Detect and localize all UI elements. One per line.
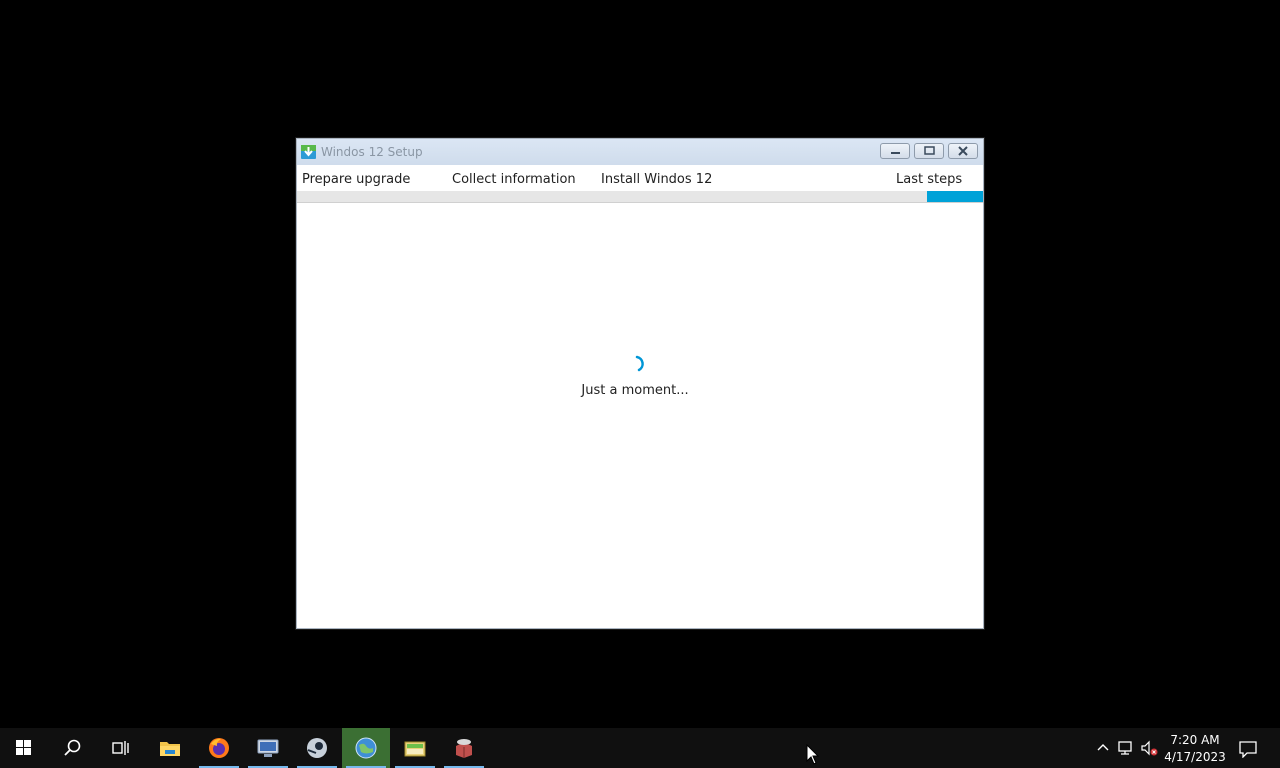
package-app-icon	[456, 739, 472, 758]
start-button[interactable]	[0, 728, 48, 768]
steam-button[interactable]	[293, 728, 341, 768]
network-app-button[interactable]	[244, 728, 292, 768]
clock-time: 7:20 AM	[1170, 733, 1220, 747]
setup-steps: Prepare upgrade Collect information Inst…	[297, 165, 983, 191]
task-view-button[interactable]	[96, 728, 144, 768]
minimize-button[interactable]	[880, 143, 910, 159]
status-text: Just a moment...	[581, 383, 689, 398]
desktop: Windos 12 Setup Prepare upgrade Collect …	[0, 0, 1280, 728]
loading-spinner-icon	[635, 355, 644, 372]
system-tray	[1090, 728, 1160, 768]
step-last-steps: Last steps	[896, 172, 963, 187]
setup-progress-bar	[297, 191, 983, 203]
setup-window: Windos 12 Setup Prepare upgrade Collect …	[296, 138, 984, 629]
package-app-button[interactable]	[440, 728, 488, 768]
steam-icon	[307, 738, 327, 758]
step-prepare-upgrade: Prepare upgrade	[302, 172, 411, 187]
close-button[interactable]	[948, 143, 978, 159]
minimize-icon	[891, 152, 900, 154]
setup-progress-fill	[927, 191, 983, 202]
title-bar[interactable]: Windos 12 Setup	[297, 139, 983, 165]
file-explorer-icon	[160, 742, 180, 756]
chevron-up-icon[interactable]	[1096, 740, 1110, 754]
volume-muted-icon[interactable]	[1140, 740, 1158, 756]
notification-icon[interactable]	[1238, 740, 1258, 758]
task-view-icon	[112, 741, 129, 755]
start-icon	[16, 740, 31, 755]
archive-app-icon	[404, 741, 426, 757]
clock[interactable]: 7:20 AM 4/17/2023	[1160, 732, 1230, 766]
maximize-icon	[924, 146, 935, 155]
close-icon	[958, 146, 968, 156]
step-collect-information: Collect information	[452, 172, 576, 187]
taskbar: 7:20 AM 4/17/2023	[0, 728, 1280, 768]
maximize-button[interactable]	[914, 143, 944, 159]
mouse-cursor-icon	[806, 744, 820, 765]
firefox-button[interactable]	[195, 728, 243, 768]
search-button[interactable]	[48, 728, 96, 768]
archive-app-button[interactable]	[391, 728, 439, 768]
step-install-windos: Install Windos 12	[601, 172, 713, 187]
globe-app-button[interactable]	[342, 728, 390, 768]
file-explorer-button[interactable]	[146, 728, 194, 768]
firefox-icon	[209, 738, 229, 758]
search-icon	[64, 739, 81, 756]
globe-app-icon	[355, 737, 377, 759]
window-title: Windos 12 Setup	[321, 145, 423, 159]
network-icon[interactable]	[1117, 740, 1135, 756]
network-app-icon	[257, 739, 279, 757]
clock-date: 4/17/2023	[1164, 750, 1226, 764]
setup-app-icon	[301, 145, 316, 159]
